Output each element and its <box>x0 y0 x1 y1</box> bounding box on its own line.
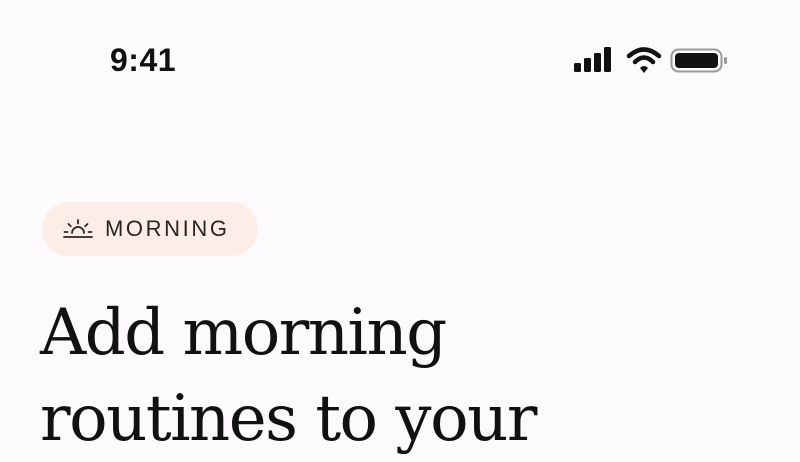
sunrise-icon <box>63 219 93 238</box>
badge-label: MORNING <box>105 216 230 241</box>
headline-line-2: routines to your <box>40 382 537 456</box>
cellular-signal-icon <box>574 47 611 72</box>
status-bar: 9:41 <box>0 0 800 110</box>
page-headline: Add morning routines to your <box>40 290 780 462</box>
wifi-icon <box>626 47 662 73</box>
battery-icon <box>670 48 727 73</box>
headline-line-1: Add morning <box>40 296 447 370</box>
status-icons <box>572 44 728 76</box>
status-time: 9:41 <box>110 42 177 78</box>
time-of-day-badge: MORNING <box>42 202 258 256</box>
